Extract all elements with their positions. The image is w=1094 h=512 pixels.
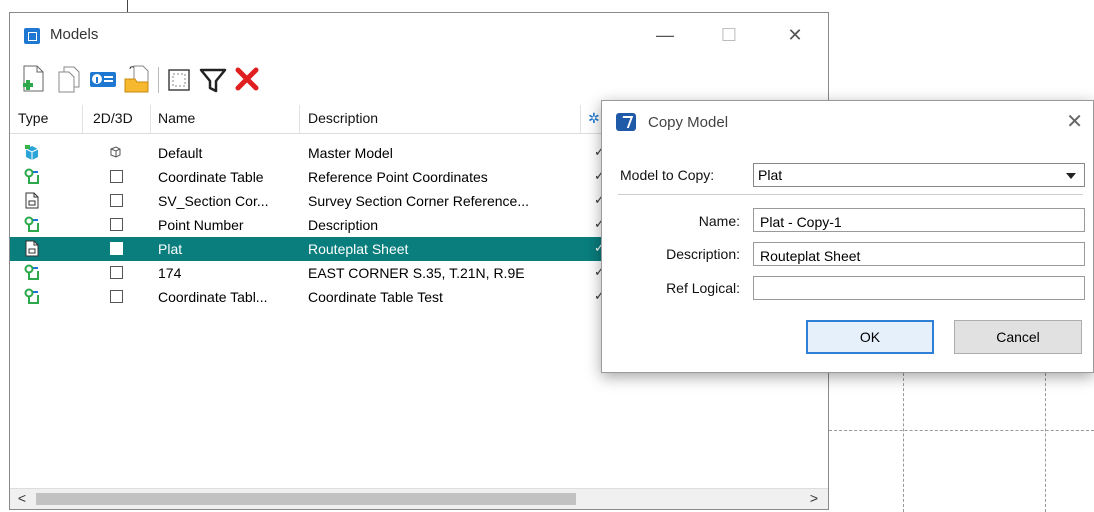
name-field[interactable] — [753, 208, 1085, 232]
column-header-active-icon[interactable]: ✲ — [588, 110, 600, 127]
toolbar-separator — [158, 67, 159, 93]
name-label: Name: — [698, 213, 740, 229]
copy-model-icon[interactable] — [54, 63, 84, 95]
drawing-model-icon — [24, 216, 39, 232]
column-header-type[interactable]: Type — [18, 110, 48, 126]
dialog-close-button[interactable]: ✕ — [1066, 109, 1083, 134]
models-app-icon — [24, 28, 40, 44]
2d-checkbox — [110, 290, 123, 303]
column-header-description[interactable]: Description — [308, 110, 378, 126]
chevron-down-icon — [1066, 173, 1076, 179]
2d-checkbox — [110, 170, 123, 183]
model-description: Description — [308, 217, 379, 233]
background-drawing-line — [127, 0, 128, 12]
models-window-title: Models — [50, 26, 99, 43]
model-description: Master Model — [308, 145, 393, 161]
sheet-model-icon — [25, 240, 39, 257]
new-model-icon[interactable] — [20, 63, 50, 95]
model-description: Reference Point Coordinates — [308, 169, 488, 185]
2d-checkbox — [110, 194, 123, 207]
dialog-title: Copy Model — [648, 114, 729, 131]
model-description: Survey Section Corner Reference... — [308, 193, 529, 209]
model-name: Plat — [158, 241, 183, 257]
models-toolbar — [14, 61, 828, 101]
column-divider[interactable] — [580, 105, 581, 133]
minimize-button[interactable]: — — [642, 19, 688, 51]
delete-icon[interactable] — [232, 63, 262, 95]
description-label: Description: — [666, 246, 740, 262]
column-header-name[interactable]: Name — [158, 110, 195, 126]
selection-icon[interactable] — [164, 63, 194, 95]
copy-model-app-icon — [616, 113, 636, 131]
model-name: Coordinate Tabl... — [158, 289, 268, 305]
cancel-button[interactable]: Cancel — [954, 320, 1082, 354]
column-header-dim[interactable]: 2D/3D — [93, 110, 133, 126]
ref-logical-field[interactable] — [753, 276, 1085, 300]
filter-icon[interactable] — [198, 63, 228, 95]
model-name: Default — [158, 145, 203, 161]
model-to-copy-select[interactable]: Plat — [753, 163, 1085, 187]
2d-checkbox — [110, 266, 123, 279]
drawing-model-icon — [24, 264, 39, 280]
copy-model-dialog: Copy Model ✕ Model to Copy: Plat Name: D… — [601, 100, 1094, 373]
scrollbar-thumb[interactable] — [36, 493, 576, 505]
model-to-copy-label: Model to Copy: — [620, 167, 715, 183]
3d-cube-icon — [110, 146, 121, 158]
2d-checkbox — [110, 242, 123, 255]
column-divider[interactable] — [299, 105, 300, 133]
scroll-right-button[interactable]: > — [804, 490, 824, 508]
close-button[interactable]: ✕ — [772, 19, 818, 51]
model-to-copy-value: Plat — [758, 167, 783, 183]
sheet-model-icon — [25, 192, 39, 209]
properties-icon[interactable] — [88, 63, 118, 95]
background-grid-line — [903, 373, 904, 512]
model-description: Coordinate Table Test — [308, 289, 443, 305]
background-grid-line — [829, 430, 1094, 431]
drawing-model-icon — [24, 288, 39, 304]
model-name: Point Number — [158, 217, 244, 233]
import-icon[interactable] — [122, 63, 152, 95]
maximize-button[interactable]: ☐ — [706, 19, 752, 51]
drawing-model-icon — [24, 168, 39, 184]
model-description: Routeplat Sheet — [308, 241, 409, 257]
column-divider[interactable] — [82, 105, 83, 133]
dialog-divider — [618, 194, 1083, 195]
ok-button[interactable]: OK — [806, 320, 934, 354]
horizontal-scrollbar[interactable]: < > — [10, 488, 828, 509]
models-titlebar[interactable]: Models — ☐ ✕ — [10, 13, 828, 59]
2d-checkbox — [110, 218, 123, 231]
model-name: SV_Section Cor... — [158, 193, 269, 209]
design-model-icon — [25, 145, 39, 160]
column-divider[interactable] — [150, 105, 151, 133]
scroll-left-button[interactable]: < — [12, 490, 32, 508]
description-field[interactable] — [753, 242, 1085, 266]
model-description: EAST CORNER S.35, T.21N, R.9E — [308, 265, 525, 281]
model-name: Coordinate Table — [158, 169, 264, 185]
background-grid-line — [1045, 373, 1046, 512]
model-name: 174 — [158, 265, 182, 281]
ref-logical-label: Ref Logical: — [666, 280, 740, 296]
